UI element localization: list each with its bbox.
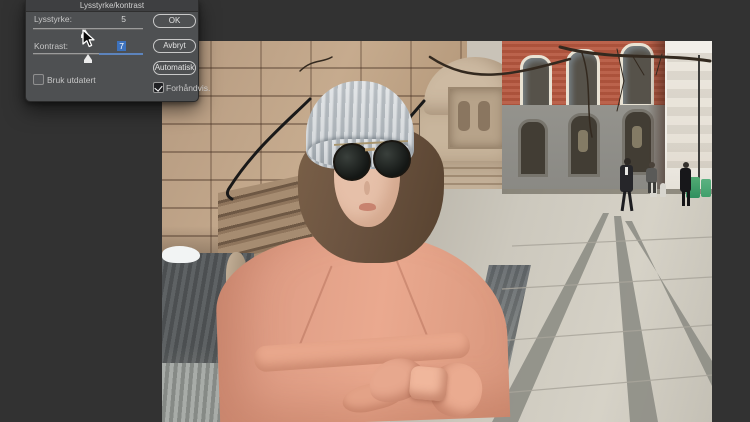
sunglasses [332, 137, 412, 179]
brightness-contrast-dialog: Lysstyrke/kontrast Lysstyrke: 5 Kontrast… [25, 0, 199, 102]
auto-button[interactable]: Automatisk [153, 61, 196, 75]
recycling-bin [701, 179, 711, 197]
smile [359, 203, 376, 211]
cursor-pointer-icon [82, 29, 96, 49]
dialog-title: Lysstyrke/kontrast [80, 1, 144, 10]
contrast-value-field[interactable]: 7 [94, 41, 126, 51]
photo-canvas[interactable] [162, 41, 712, 422]
legacy-label: Bruk utdatert [47, 75, 96, 85]
check-icon [154, 83, 162, 92]
selected-text: 7 [117, 41, 126, 51]
preview-label: Forhåndvis. [166, 83, 210, 93]
pedestrian-backpack [645, 162, 659, 193]
dialog-titlebar[interactable]: Lysstyrke/kontrast [26, 0, 198, 12]
nose-shadow [364, 181, 370, 195]
brightness-value-field[interactable]: 5 [94, 14, 126, 24]
street-bollard [660, 183, 666, 197]
legacy-checkbox[interactable] [33, 74, 44, 85]
preview-checkbox[interactable] [153, 82, 164, 93]
brightness-label: Lysstyrke: [34, 14, 72, 24]
contrast-label: Kontrast: [34, 41, 68, 51]
contrast-track-highlight [99, 53, 143, 55]
contrast-slider-thumb[interactable] [84, 54, 92, 60]
cancel-button[interactable]: Avbryt [153, 39, 196, 53]
snow-patch [162, 246, 200, 263]
ok-button[interactable]: OK [153, 14, 196, 28]
sunglasses-lens [373, 140, 411, 178]
pedestrian-walking [618, 158, 636, 213]
coat-bow-knot [409, 365, 449, 401]
pedestrian-standing [678, 162, 693, 208]
